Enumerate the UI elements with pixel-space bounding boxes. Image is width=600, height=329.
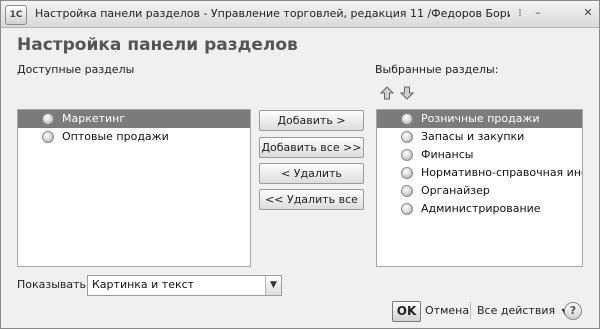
list-item[interactable]: Администрирование [377, 200, 582, 218]
list-item[interactable]: Розничные продажи [377, 110, 582, 128]
list-item-label: Розничные продажи [421, 112, 540, 125]
settings-window: 1С Настройка панели разделов - Управлени… [0, 0, 600, 329]
section-bullet-icon [42, 131, 54, 143]
page-title: Настройка панели разделов [17, 35, 298, 55]
chevron-down-icon[interactable]: ▼ [265, 276, 281, 295]
app-logo-icon[interactable]: 1С [5, 5, 27, 25]
list-item[interactable]: Маркетинг [18, 110, 250, 128]
title-menu-icon[interactable]: ⁝ [513, 6, 527, 20]
list-item-label: Органайзер [421, 184, 490, 197]
show-mode-select[interactable]: Картинка и текст ▼ [87, 275, 282, 296]
window-title: Настройка панели разделов - Управление т… [35, 7, 510, 20]
available-sections-list[interactable]: Маркетинг Оптовые продажи [17, 109, 251, 267]
list-item-label: Маркетинг [62, 112, 126, 125]
show-label: Показывать: [17, 278, 90, 291]
help-button[interactable]: ? [564, 302, 582, 320]
title-bar[interactable]: 1С Настройка панели разделов - Управлени… [1, 1, 599, 28]
remove-all-button[interactable]: << Удалить все [259, 189, 364, 210]
section-bullet-icon [401, 113, 413, 125]
all-actions-button[interactable]: Все действия ▼ [477, 304, 568, 317]
section-bullet-icon [401, 167, 413, 179]
add-all-button[interactable]: Добавить все >> [259, 137, 364, 158]
list-item-label: Нормативно-справочная инфо... [421, 166, 582, 179]
list-item-label: Оптовые продажи [62, 130, 169, 143]
close-icon[interactable]: ✕ [581, 6, 595, 20]
selected-sections-label: Выбранные разделы: [375, 63, 499, 76]
add-button[interactable]: Добавить > [259, 110, 364, 131]
section-bullet-icon [401, 149, 413, 161]
section-bullet-icon [401, 131, 413, 143]
selected-sections-list[interactable]: Розничные продажи Запасы и закупки Финан… [376, 109, 583, 267]
minimize-icon[interactable]: – [531, 6, 545, 20]
list-item-label: Финансы [421, 148, 474, 161]
move-down-button[interactable] [399, 85, 415, 100]
cancel-button[interactable]: Отмена [425, 304, 469, 317]
list-item[interactable]: Нормативно-справочная инфо... [377, 164, 582, 182]
arrow-down-icon [399, 86, 415, 100]
list-item-label: Запасы и закупки [421, 130, 525, 143]
show-mode-value: Картинка и текст [92, 278, 195, 291]
section-bullet-icon [401, 185, 413, 197]
list-item[interactable]: Органайзер [377, 182, 582, 200]
list-item-label: Администрирование [421, 202, 541, 215]
available-sections-label: Доступные разделы [17, 63, 135, 76]
ok-button[interactable]: OK [392, 301, 421, 322]
all-actions-label: Все действия [477, 304, 556, 317]
list-item[interactable]: Оптовые продажи [18, 128, 250, 146]
footer-divider [470, 302, 471, 319]
section-bullet-icon [42, 113, 54, 125]
arrow-up-icon [379, 86, 395, 100]
list-item[interactable]: Запасы и закупки [377, 128, 582, 146]
remove-button[interactable]: < Удалить [259, 163, 364, 184]
move-up-button[interactable] [379, 85, 395, 100]
list-item[interactable]: Финансы [377, 146, 582, 164]
section-bullet-icon [401, 203, 413, 215]
